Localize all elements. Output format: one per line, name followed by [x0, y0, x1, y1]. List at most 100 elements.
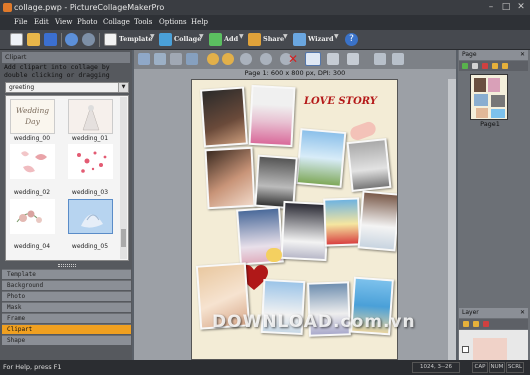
clipart-label: wedding_00 [13, 135, 51, 142]
panel-tab-template[interactable]: Template [2, 269, 131, 279]
clipart-category-select[interactable]: greeting ▼ [5, 82, 129, 93]
maximize-button[interactable]: □ [499, 2, 513, 12]
zoom-icon[interactable] [327, 53, 339, 65]
align-icon[interactable] [154, 53, 166, 65]
collage-icon[interactable] [159, 33, 172, 46]
menu-options[interactable]: Options [159, 15, 187, 30]
bring-forward-icon[interactable] [207, 53, 219, 65]
page-info: Page 1: 600 x 800 px, DPI: 300 [244, 69, 346, 77]
move-down-icon[interactable] [502, 63, 508, 69]
help-icon[interactable]: ? [345, 33, 358, 46]
clipart-thumb-wedding-05[interactable] [68, 199, 113, 234]
template-button[interactable]: Template [119, 32, 152, 46]
properties-icon[interactable] [374, 53, 386, 65]
share-icon[interactable] [248, 33, 261, 46]
layer-thumbnail[interactable] [473, 338, 507, 360]
grid-icon[interactable] [347, 53, 359, 65]
panel-tab-mask[interactable]: Mask [2, 302, 131, 312]
close-icon[interactable]: ✕ [520, 51, 525, 58]
resize-icon[interactable] [170, 53, 182, 65]
clipart-thumb-wedding-00[interactable]: Wedding Day [10, 99, 55, 134]
crop-icon[interactable] [138, 53, 150, 65]
menu-tools[interactable]: Tools [134, 15, 152, 30]
layer-delete-icon[interactable] [483, 321, 489, 327]
scrollbar-thumb[interactable] [121, 229, 126, 247]
clipart-category-value: greeting [9, 84, 35, 91]
rotate-right-icon[interactable] [260, 53, 272, 65]
open-folder-icon[interactable] [27, 33, 40, 46]
menu-view[interactable]: View [55, 15, 72, 30]
wizard-dropdown-icon[interactable]: ▼ [334, 33, 339, 40]
status-scrl: SCRL [506, 362, 524, 373]
clipart-thumb-wedding-01[interactable] [68, 99, 113, 134]
menu-help[interactable]: Help [191, 15, 208, 30]
bouquet-clipart[interactable] [266, 248, 282, 262]
add-icon[interactable] [209, 33, 222, 46]
clipart-scrollbar[interactable] [120, 97, 127, 259]
wizard-button[interactable]: Wizard [308, 32, 334, 46]
collage-dropdown-icon[interactable]: ▼ [199, 33, 204, 40]
menu-bar: File Edit View Photo Collage Tools Optio… [0, 15, 530, 30]
watermark: DOWNLOAD.com.vn [212, 312, 416, 332]
share-button[interactable]: Share [263, 32, 284, 46]
collage-photo[interactable] [295, 128, 347, 188]
fit-page-icon[interactable] [305, 52, 321, 66]
collage-photo[interactable] [200, 86, 248, 148]
new-file-icon[interactable] [10, 33, 23, 46]
chevron-down-icon[interactable]: ▼ [118, 83, 128, 92]
duplicate-page-icon[interactable] [472, 63, 478, 69]
collage-photo[interactable] [204, 146, 256, 210]
layer-up-icon[interactable] [463, 321, 469, 327]
collage-photo[interactable] [280, 200, 330, 262]
menu-photo[interactable]: Photo [77, 15, 97, 30]
minimize-button[interactable]: – [484, 2, 498, 12]
collage-photo[interactable] [357, 190, 397, 252]
menu-file[interactable]: File [14, 15, 27, 30]
close-button[interactable]: ✕ [514, 2, 528, 12]
status-bar: For Help, press F1 1024, 3--26 CAP NUM S… [0, 360, 530, 375]
clipart-thumb-wedding-03[interactable] [68, 144, 113, 179]
clipart-label: wedding_02 [13, 189, 51, 196]
collage-title-art: LOVE STORY [304, 96, 377, 107]
panel-tab-background[interactable]: Background [2, 280, 131, 290]
clipart-thumb-wedding-02[interactable] [10, 144, 55, 179]
menu-edit[interactable]: Edit [34, 15, 49, 30]
clipart-hint: Add clipart into collage by double click… [4, 63, 110, 79]
wizard-icon[interactable] [293, 33, 306, 46]
arrange-icon[interactable] [186, 53, 198, 65]
panel-tab-photo[interactable]: Photo [2, 291, 131, 301]
delete-page-icon[interactable] [482, 63, 488, 69]
layer-down-icon[interactable] [473, 321, 479, 327]
page-thumbnail[interactable] [470, 74, 508, 120]
collage-photo[interactable] [248, 84, 296, 148]
collage-button[interactable]: Collage [174, 32, 201, 46]
delete-icon[interactable]: ✕ [286, 52, 300, 66]
template-icon[interactable] [104, 33, 117, 46]
template-dropdown-icon[interactable]: ▼ [150, 33, 155, 40]
menu-collage[interactable]: Collage [103, 15, 130, 30]
canvas-scrollbar[interactable] [448, 79, 456, 360]
undo-icon[interactable] [65, 33, 78, 46]
clipart-label: wedding_01 [71, 135, 109, 142]
move-up-icon[interactable] [492, 63, 498, 69]
redo-icon[interactable] [82, 33, 95, 46]
clipart-thumb-wedding-04[interactable] [10, 199, 55, 234]
add-dropdown-icon[interactable]: ▼ [239, 33, 244, 40]
panel-tab-clipart[interactable]: Clipart [2, 324, 131, 334]
panel-tab-shape[interactable]: Shape [2, 335, 131, 345]
close-icon[interactable]: ✕ [520, 309, 525, 316]
save-icon[interactable] [44, 33, 57, 46]
send-backward-icon[interactable] [222, 53, 234, 65]
share-dropdown-icon[interactable]: ▼ [283, 33, 288, 40]
add-page-icon[interactable] [462, 63, 468, 69]
layer-visibility-checkbox[interactable] [462, 346, 469, 353]
export-icon[interactable] [392, 53, 404, 65]
collage-photo[interactable] [346, 138, 392, 192]
panel-splitter-grip[interactable] [58, 264, 76, 267]
add-button[interactable]: Add [224, 32, 238, 46]
clipart-label: wedding_04 [13, 243, 51, 250]
rotate-left-icon[interactable] [240, 53, 252, 65]
page-label: Page1 [480, 120, 500, 128]
collage-photo[interactable] [323, 197, 361, 247]
panel-tab-frame[interactable]: Frame [2, 313, 131, 323]
